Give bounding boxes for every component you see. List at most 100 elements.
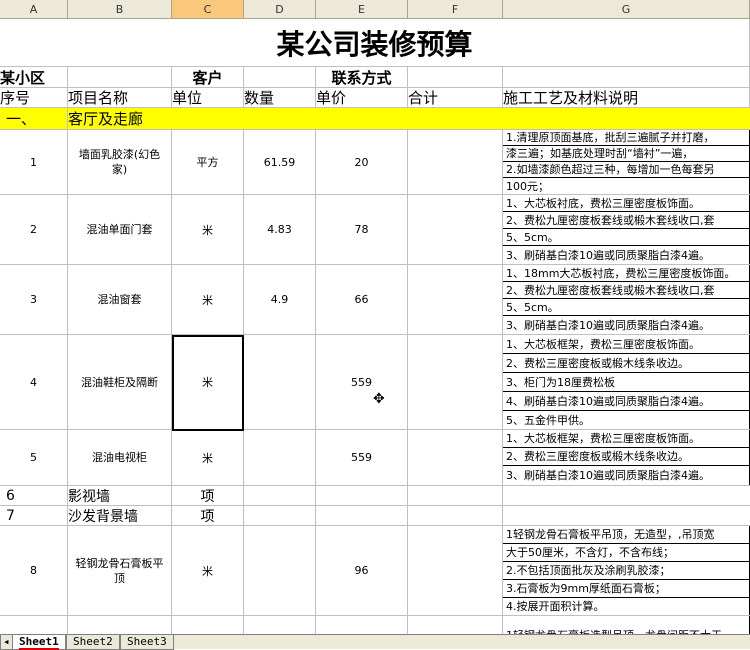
unit-cell[interactable]: 米 — [172, 195, 244, 265]
quantity-cell[interactable] — [244, 335, 316, 430]
description-cell[interactable]: 1、大芯板框架，费松三厘密度板饰面。 2、费松三厘密度板或椴木线条收边。 3、刷硝基… — [503, 430, 750, 486]
quantity-cell[interactable]: 61.59 — [244, 130, 316, 195]
row-number[interactable]: 5 — [0, 430, 68, 486]
quantity-cell[interactable] — [244, 526, 316, 616]
quantity-cell[interactable] — [244, 506, 316, 526]
description-cell[interactable]: 1、大芯板衬底，费松三厘密度板饰面。 2、费松九厘密度板套线或椴木套线收口,套 5、… — [503, 195, 750, 265]
header-total[interactable]: 合计 — [408, 88, 503, 108]
description-line: 4.按展开面积计算。 — [503, 598, 750, 615]
total-cell[interactable] — [408, 616, 503, 634]
description-line: 5、5cm。 — [503, 299, 750, 316]
price-cell[interactable]: 20 — [316, 130, 408, 195]
item-name[interactable]: 混油单面门套 — [68, 195, 172, 265]
unit-cell[interactable]: 米 — [172, 265, 244, 335]
total-cell[interactable] — [408, 506, 503, 526]
tab-scroll-button[interactable]: ◂ — [0, 635, 13, 650]
info-d[interactable] — [244, 67, 316, 88]
column-header-f[interactable]: F — [408, 0, 503, 19]
unit-cell[interactable]: 米 — [172, 526, 244, 616]
column-header-b[interactable]: B — [68, 0, 172, 19]
total-cell[interactable] — [408, 486, 503, 506]
description-line: 2、费松三厘密度板或椴木线条收边。 — [503, 354, 750, 373]
price-cell[interactable]: 78 — [316, 195, 408, 265]
total-cell[interactable] — [408, 526, 503, 616]
price-cell[interactable] — [316, 616, 408, 634]
header-desc[interactable]: 施工工艺及材料说明 — [503, 88, 750, 108]
description-cell[interactable] — [503, 506, 750, 526]
description-line: 1轻钢龙骨石膏板平吊顶，无造型，,吊顶宽 — [503, 526, 750, 544]
item-name[interactable]: 混油电视柜 — [68, 430, 172, 486]
item-name[interactable]: 混油鞋柜及隔断 — [68, 335, 172, 430]
row-number[interactable]: 1 — [0, 130, 68, 195]
price-cell[interactable]: 559 — [316, 430, 408, 486]
column-header-e[interactable]: E — [316, 0, 408, 19]
info-f[interactable] — [408, 67, 503, 88]
item-name[interactable]: 墙面乳胶漆(幻色家) — [68, 130, 172, 195]
header-qty[interactable]: 数量 — [244, 88, 316, 108]
price-cell[interactable]: 66 — [316, 265, 408, 335]
quantity-cell[interactable]: 4.9 — [244, 265, 316, 335]
column-header-g[interactable]: G — [503, 0, 750, 19]
column-header-c[interactable]: C — [172, 0, 244, 19]
header-no[interactable]: 序号 — [0, 88, 68, 108]
quantity-cell[interactable] — [244, 486, 316, 506]
header-unit[interactable]: 单位 — [172, 88, 244, 108]
title-cell[interactable]: 某公司装修预算 — [0, 19, 750, 67]
info-e[interactable]: 联系方式 — [316, 67, 408, 88]
description-cell[interactable]: 1轻钢龙骨石膏板造型吊顶，龙骨间距不大于 — [503, 616, 750, 634]
unit-cell[interactable]: 米 — [172, 430, 244, 486]
row-number[interactable]: 8 — [0, 526, 68, 616]
tab-sheet2[interactable]: Sheet2 — [66, 635, 120, 650]
row-number[interactable]: 2 — [0, 195, 68, 265]
unit-cell[interactable]: 平方 — [172, 130, 244, 195]
unit-cell[interactable]: 项 — [172, 486, 244, 506]
info-c[interactable]: 客户 — [172, 67, 244, 88]
price-cell[interactable] — [316, 506, 408, 526]
price-cell[interactable] — [316, 486, 408, 506]
total-cell[interactable] — [408, 130, 503, 195]
row-number[interactable]: 6 — [0, 486, 68, 506]
total-cell[interactable] — [408, 265, 503, 335]
item-name[interactable]: 混油窗套 — [68, 265, 172, 335]
unit-cell[interactable] — [172, 616, 244, 634]
item-name[interactable]: 沙发背景墙 — [68, 506, 172, 526]
selected-cell[interactable] — [172, 335, 244, 431]
description-line: 3、刷硝基白漆10遍或同质聚脂白漆4遍。 — [503, 316, 750, 334]
description-line: 4、刷硝基白漆10遍或同质聚脂白漆4遍。 — [503, 392, 750, 411]
row-number[interactable] — [0, 616, 68, 634]
row-number[interactable]: 3 — [0, 265, 68, 335]
spreadsheet[interactable]: A B C D E F G 某公司装修预算 某小区 客户 联系方式序号 项目名称 单位 数量… — [0, 0, 750, 634]
section-number[interactable]: 一、 — [0, 108, 68, 130]
price-cell[interactable]: 96 — [316, 526, 408, 616]
info-b[interactable] — [68, 67, 172, 88]
unit-cell[interactable]: 项 — [172, 506, 244, 526]
header-price[interactable]: 单价 — [316, 88, 408, 108]
header-name[interactable]: 项目名称 — [68, 88, 172, 108]
tab-sheet3[interactable]: Sheet3 — [120, 635, 174, 650]
info-g[interactable] — [503, 67, 750, 88]
total-cell[interactable] — [408, 430, 503, 486]
tab-sheet1[interactable]: Sheet1 — [12, 635, 66, 650]
quantity-cell[interactable]: 4.83 — [244, 195, 316, 265]
item-name[interactable] — [68, 616, 172, 634]
column-header-d[interactable]: D — [244, 0, 316, 19]
info-a[interactable]: 某小区 — [0, 67, 68, 88]
item-name[interactable]: 影视墙 — [68, 486, 172, 506]
quantity-cell[interactable] — [244, 616, 316, 634]
description-cell[interactable]: 1、18mm大芯板衬底，费松三厘密度板饰面。 2、费松九厘密度板套线或椴木套线收口… — [503, 265, 750, 335]
column-header-a[interactable]: A — [0, 0, 68, 19]
description-cell[interactable] — [503, 486, 750, 506]
row-number[interactable]: 4 — [0, 335, 68, 430]
section-name[interactable]: 客厅及走廊 — [68, 108, 750, 130]
description-line: 1、大芯板衬底，费松三厘密度板饰面。 — [503, 195, 750, 212]
total-cell[interactable] — [408, 195, 503, 265]
row-number[interactable]: 7 — [0, 506, 68, 526]
price-cell[interactable]: 559 — [316, 335, 408, 430]
description-cell[interactable]: 1轻钢龙骨石膏板平吊顶，无造型，,吊顶宽 大于50厘米，不含灯，不含布线； 2.不包… — [503, 526, 750, 616]
description-cell[interactable]: 1、大芯板框架，费松三厘密度板饰面。 2、费松三厘密度板或椴木线条收边。 3、柜门为… — [503, 335, 750, 430]
total-cell[interactable] — [408, 335, 503, 430]
quantity-cell[interactable] — [244, 430, 316, 486]
description-cell[interactable]: 1.清理原顶面基底，批刮三遍腻子并打磨， 漆三遍；如基底处理时刮“墙衬”一遍， 2.… — [503, 130, 750, 195]
description-line: 2、费松九厘密度板套线或椴木套线收口,套 — [503, 212, 750, 229]
item-name[interactable]: 轻钢龙骨石膏板平顶 — [68, 526, 172, 616]
